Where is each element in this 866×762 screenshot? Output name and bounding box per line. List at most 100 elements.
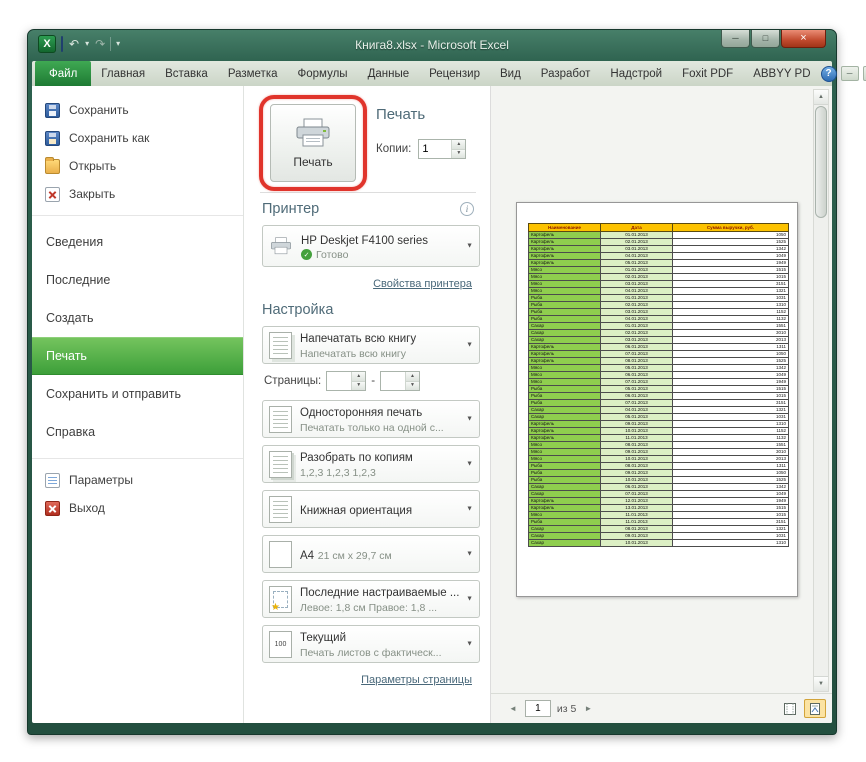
undo-button[interactable]: ↶ bbox=[68, 38, 80, 50]
sidebar-nav-item[interactable]: Сведения bbox=[32, 223, 243, 261]
preview-scrollbar[interactable]: ▲ ▼ bbox=[813, 89, 829, 692]
preview-table-row: Рыба 10.01.2013 1525 bbox=[528, 476, 789, 484]
ribbon-tab[interactable]: Разметка bbox=[218, 61, 288, 86]
customize-quick-access-button[interactable]: ▾ bbox=[115, 40, 121, 48]
print-button[interactable]: Печать bbox=[270, 104, 356, 182]
sidebar-command[interactable]: Закрыть bbox=[32, 180, 243, 208]
undo-dropdown-button[interactable]: ▾ bbox=[84, 40, 90, 48]
title-bar[interactable]: X ↶ ▾ ↷ ▾ Книга8.xlsx - Microsoft Excel … bbox=[32, 30, 832, 61]
ribbon-tab[interactable]: Главная bbox=[91, 61, 155, 86]
copies-input[interactable] bbox=[419, 140, 452, 158]
ribbon-tab[interactable]: ABBYY PD bbox=[743, 61, 820, 86]
ribbon-tab[interactable]: Формулы bbox=[288, 61, 358, 86]
previous-page-button[interactable]: ◄ bbox=[507, 704, 519, 713]
preview-cell-date: 05.01.2013 bbox=[600, 259, 673, 267]
preview-table-row: Мясо 11.01.2013 1015 bbox=[528, 511, 789, 519]
sidebar-nav: Сведения Последние Создать Печать Сохран… bbox=[32, 223, 243, 451]
ribbon-tab[interactable]: Файл bbox=[35, 61, 92, 86]
preview-cell-date: 06.01.2013 bbox=[600, 343, 673, 351]
pages-from-input[interactable] bbox=[327, 372, 352, 390]
preview-table-row: Мясо 02.01.2013 1015 bbox=[528, 273, 789, 281]
page-number-input[interactable] bbox=[524, 700, 551, 717]
sidebar-nav-item[interactable]: Сохранить и отправить bbox=[32, 375, 243, 413]
dropdown-arrow-icon: ▼ bbox=[466, 550, 473, 558]
ribbon-tab[interactable]: Foxit PDF bbox=[672, 61, 743, 86]
pages-from-up-button[interactable]: ▲ bbox=[352, 372, 366, 382]
printer-dropdown[interactable]: HP Deskjet F4100 series ✓ Готово ▼ bbox=[262, 225, 480, 267]
save-button[interactable] bbox=[60, 36, 64, 52]
minimize-button[interactable]: ─ bbox=[721, 30, 750, 48]
printer-properties-link[interactable]: Свойства принтера bbox=[373, 278, 472, 290]
setting-title: Разобрать по копиям bbox=[300, 452, 413, 464]
preview-cell-date: 10.01.2013 bbox=[600, 476, 673, 484]
preview-table-row: Рыба 04.01.2013 1132 bbox=[528, 315, 789, 323]
print-setting-dropdown[interactable]: Напечатать всю книгу Напечатать всю книг… bbox=[262, 326, 480, 364]
scroll-up-button[interactable]: ▲ bbox=[814, 90, 828, 105]
pages-to-input[interactable] bbox=[381, 372, 406, 390]
preview-cell-name: Рыба bbox=[528, 294, 601, 302]
help-button[interactable]: ? bbox=[820, 65, 837, 82]
preview-cell-date: 13.01.2013 bbox=[600, 504, 673, 512]
close-button[interactable]: × bbox=[781, 30, 826, 48]
preview-cell-name: Сахар bbox=[528, 329, 601, 337]
ribbon-tab[interactable]: Надстрой bbox=[600, 61, 672, 86]
ribbon-tab[interactable]: Рецензир bbox=[419, 61, 490, 86]
ribbon-tab-label: Надстрой bbox=[610, 67, 663, 80]
print-setting-dropdown[interactable]: Текущий Печать листов с фактическ... ▼ bbox=[262, 625, 480, 663]
sidebar-nav-item[interactable]: Последние bbox=[32, 261, 243, 299]
sidebar-nav-item[interactable]: Справка bbox=[32, 413, 243, 451]
minimize-icon: ─ bbox=[846, 68, 853, 78]
preview-cell-sum: 2013 bbox=[672, 336, 789, 344]
pages-to-down-button[interactable]: ▼ bbox=[406, 381, 420, 390]
pages-to-up-button[interactable]: ▲ bbox=[406, 372, 420, 382]
zoom-to-page-button[interactable] bbox=[804, 699, 826, 718]
sidebar-nav-item[interactable]: Печать bbox=[32, 337, 243, 375]
excel-logo-icon[interactable]: X bbox=[38, 35, 56, 53]
print-setting-dropdown[interactable]: Односторонняя печать Печатать только на … bbox=[262, 400, 480, 438]
page-setup-link[interactable]: Параметры страницы bbox=[361, 674, 472, 686]
workbook-restore-button[interactable]: □ bbox=[862, 66, 866, 81]
ribbon-tab[interactable]: Разработ bbox=[531, 61, 601, 86]
settings-section-header: Настройка bbox=[262, 302, 474, 318]
sidebar-command[interactable]: Выход bbox=[32, 494, 243, 522]
sidebar-nav-label: Справка bbox=[46, 425, 96, 439]
preview-cell-sum: 1949 bbox=[672, 259, 789, 267]
scroll-down-button[interactable]: ▼ bbox=[814, 676, 828, 691]
ribbon-tab[interactable]: Данные bbox=[358, 61, 420, 86]
next-page-button[interactable]: ► bbox=[582, 704, 594, 713]
preview-cell-sum: 1525 bbox=[672, 238, 789, 246]
workbook-minimize-button[interactable]: ─ bbox=[840, 66, 859, 81]
window-controls: ─ □ × bbox=[721, 30, 826, 48]
print-setting-dropdown[interactable]: A4 21 см x 29,7 см ▼ bbox=[262, 535, 480, 573]
ribbon-tab-label: Файл bbox=[49, 67, 78, 80]
print-setting-dropdown[interactable]: Книжная ориентация ▼ bbox=[262, 490, 480, 528]
sidebar-command[interactable]: Открыть bbox=[32, 152, 243, 180]
show-margins-button[interactable] bbox=[779, 699, 801, 718]
quick-access-toolbar: X ↶ ▾ ↷ ▾ bbox=[38, 35, 121, 53]
preview-table-row: Рыба 06.01.2013 1015 bbox=[528, 392, 789, 400]
sidebar-nav-item[interactable]: Создать bbox=[32, 299, 243, 337]
sidebar-command[interactable]: Параметры bbox=[32, 466, 243, 494]
preview-table-row: Сахар 09.01.2013 1031 bbox=[528, 532, 789, 540]
maximize-button[interactable]: □ bbox=[751, 30, 780, 48]
setting-icon-glyph bbox=[270, 333, 291, 358]
scrollbar-thumb[interactable] bbox=[815, 106, 827, 218]
preview-table-row: Сахар 01.01.2013 1551 bbox=[528, 322, 789, 330]
preview-table-row: Рыба 08.01.2013 1311 bbox=[528, 462, 789, 470]
sidebar-command[interactable]: Сохранить bbox=[32, 96, 243, 124]
copies-up-button[interactable]: ▲ bbox=[452, 140, 466, 150]
copies-down-button[interactable]: ▼ bbox=[452, 149, 466, 158]
sidebar-nav-label: Печать bbox=[46, 349, 87, 363]
print-setting-dropdown[interactable]: Разобрать по копиям 1,2,3 1,2,3 1,2,3 ▼ bbox=[262, 445, 480, 483]
ribbon-tab[interactable]: Вставка bbox=[155, 61, 218, 86]
preview-cell-name: Рыба bbox=[528, 385, 601, 393]
sidebar-command[interactable]: Сохранить как bbox=[32, 124, 243, 152]
redo-button[interactable]: ↷ bbox=[94, 38, 106, 50]
ribbon-tab[interactable]: Вид bbox=[490, 61, 531, 86]
preview-cell-sum: 3151 bbox=[672, 280, 789, 288]
print-setting-dropdown[interactable]: Последние настраиваемые ... Левое: 1,8 с… bbox=[262, 580, 480, 618]
preview-cell-sum: 1031 bbox=[672, 294, 789, 302]
preview-cell-sum: 1551 bbox=[672, 322, 789, 330]
ribbon-tab-label: ABBYY PD bbox=[753, 67, 811, 80]
pages-from-down-button[interactable]: ▼ bbox=[352, 381, 366, 390]
